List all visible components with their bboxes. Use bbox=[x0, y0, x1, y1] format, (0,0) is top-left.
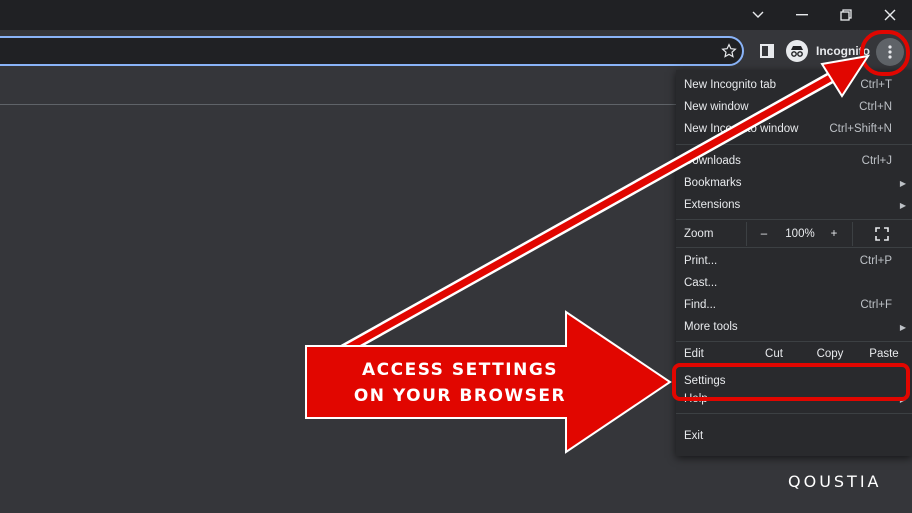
big-arrow bbox=[305, 310, 672, 454]
overlay-headline-1: ACCESS SETTINGS bbox=[361, 360, 559, 380]
diagonal-arrow bbox=[338, 54, 871, 356]
annotation-arrows bbox=[305, 54, 871, 454]
overlay-headline-2: ON YOUR BROWSER bbox=[353, 386, 567, 406]
brand-watermark: QOUSTIA bbox=[788, 472, 882, 491]
